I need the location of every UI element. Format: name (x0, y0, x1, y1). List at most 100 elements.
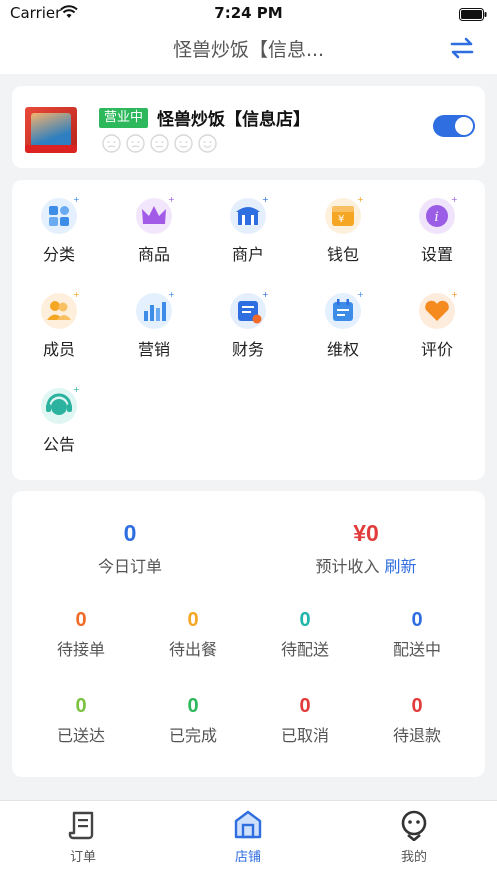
stat-value: 0 (75, 695, 87, 717)
menu-item-rights[interactable]: + 维权 (296, 289, 390, 369)
stat-label: 已送达 (56, 726, 105, 745)
store-card[interactable]: 营业中 怪兽炒饭【信息店】 (12, 86, 485, 168)
svg-text:+: + (451, 195, 457, 204)
menu-label: 财务 (231, 340, 264, 359)
svg-text:+: + (262, 195, 268, 204)
headset-icon: + (39, 384, 80, 428)
stat-label: 已完成 (168, 726, 217, 745)
stat-label: 已取消 (280, 726, 329, 745)
status-bar: Carrier 7:24 PM (0, 0, 497, 26)
info-settings-icon: i + (417, 194, 458, 238)
refresh-link[interactable]: 刷新 (385, 557, 417, 576)
store-name: 怪兽炒饭【信息店】 (157, 110, 310, 130)
menu-item-finance[interactable]: + 财务 (201, 289, 295, 369)
menu-item-wallet[interactable]: ¥ + 钱包 (296, 194, 390, 274)
wallet-icon: ¥ + (323, 194, 364, 238)
profile-face-icon (399, 809, 429, 842)
stat-label: 待接单 (56, 640, 105, 659)
tab-label: 店铺 (234, 850, 261, 865)
store-open-toggle[interactable] (433, 115, 475, 137)
stat-value: 0 (411, 695, 423, 717)
stat-value: 0 (187, 609, 199, 631)
tab-bar: 订单 店铺 我的 (0, 800, 497, 883)
orders-icon (68, 809, 98, 841)
menu-item-category[interactable]: + 分类 (12, 194, 106, 274)
calendar-doc-icon: + (323, 289, 364, 333)
stat-value: 0 (75, 609, 87, 631)
category-grid-icon: + (39, 194, 80, 238)
stat-label: 配送中 (392, 640, 441, 659)
svg-text:+: + (451, 290, 457, 299)
menu-label: 钱包 (326, 245, 359, 264)
stat-completed[interactable]: 0 已完成 (137, 695, 249, 746)
clock: 7:24 PM (214, 4, 283, 22)
svg-text:+: + (357, 195, 363, 204)
menu-label: 成员 (42, 340, 75, 359)
menu-item-merchant[interactable]: + 商户 (201, 194, 295, 274)
battery-icon (459, 6, 487, 25)
menu-item-reviews[interactable]: + 评价 (390, 289, 484, 369)
bar-chart-icon: + (134, 289, 175, 333)
menu-label: 商品 (137, 245, 170, 264)
menu-item-marketing[interactable]: + 营销 (107, 289, 201, 369)
today-orders-stat[interactable]: 0 今日订单 (12, 520, 248, 577)
today-orders-label: 今日订单 (97, 557, 162, 576)
crown-icon: + (134, 194, 175, 238)
face-icon (102, 134, 121, 153)
menu-label: 营销 (137, 340, 170, 359)
tab-mine[interactable]: 我的 (331, 809, 497, 865)
stat-delivering[interactable]: 0 配送中 (361, 609, 473, 660)
rating-faces (102, 134, 217, 153)
page-title: 怪兽炒饭【信息... (172, 39, 325, 61)
storefront-icon: + (228, 194, 269, 238)
function-menu: + 分类 + 商品 + 商户 ¥ + 钱包 i + 设置 + 成员 + 营销 + 财… (12, 180, 485, 480)
face-icon (198, 134, 217, 153)
svg-text:+: + (357, 290, 363, 299)
order-stats-card: 0 今日订单 ¥0 预计收入 刷新 0 待接单 0 待出餐 0 待配送 0 配送… (12, 491, 485, 777)
stat-value: 0 (187, 695, 199, 717)
tab-shop[interactable]: 店铺 (165, 809, 331, 865)
stat-pending-meal[interactable]: 0 待出餐 (137, 609, 249, 660)
menu-label: 分类 (42, 245, 75, 264)
svg-text:+: + (73, 385, 79, 394)
expected-income-label: 预计收入 (315, 557, 380, 576)
stat-value: 0 (299, 695, 311, 717)
face-icon (126, 134, 145, 153)
members-icon: + (39, 289, 80, 333)
finance-doc-icon: + (228, 289, 269, 333)
status-badge: 营业中 (99, 108, 149, 128)
stat-label: 待出餐 (168, 640, 217, 659)
stat-value: 0 (411, 609, 423, 631)
svg-text:+: + (73, 290, 79, 299)
stat-value: 0 (299, 609, 311, 631)
svg-text:i: i (435, 210, 439, 225)
swap-arrows-icon[interactable] (449, 36, 475, 64)
menu-label: 公告 (42, 435, 75, 454)
stat-cancelled[interactable]: 0 已取消 (249, 695, 361, 746)
menu-label: 维权 (326, 340, 359, 359)
svg-text:+: + (168, 195, 174, 204)
stat-pending-delivery[interactable]: 0 待配送 (249, 609, 361, 660)
store-logo (25, 107, 77, 153)
stat-delivered[interactable]: 0 已送达 (25, 695, 137, 746)
svg-text:+: + (73, 195, 79, 204)
tab-orders[interactable]: 订单 (0, 809, 166, 865)
menu-item-members[interactable]: + 成员 (12, 289, 106, 369)
stat-pending-refund[interactable]: 0 待退款 (361, 695, 473, 746)
menu-label: 商户 (231, 245, 264, 264)
navigation-bar: 怪兽炒饭【信息... (0, 26, 497, 74)
menu-item-products[interactable]: + 商品 (107, 194, 201, 274)
tab-label: 订单 (69, 850, 96, 865)
svg-text:+: + (262, 290, 268, 299)
menu-item-settings[interactable]: i + 设置 (390, 194, 484, 274)
expected-income-stat: ¥0 预计收入 刷新 (248, 520, 484, 577)
menu-item-announcement[interactable]: + 公告 (12, 384, 106, 464)
menu-label: 评价 (420, 340, 453, 359)
menu-label: 设置 (420, 245, 453, 264)
shop-icon (233, 809, 263, 841)
stat-pending-accept[interactable]: 0 待接单 (25, 609, 137, 660)
expected-income-value: ¥0 (353, 520, 379, 546)
face-icon (150, 134, 169, 153)
tab-label: 我的 (400, 850, 427, 865)
heart-icon: + (417, 289, 458, 333)
